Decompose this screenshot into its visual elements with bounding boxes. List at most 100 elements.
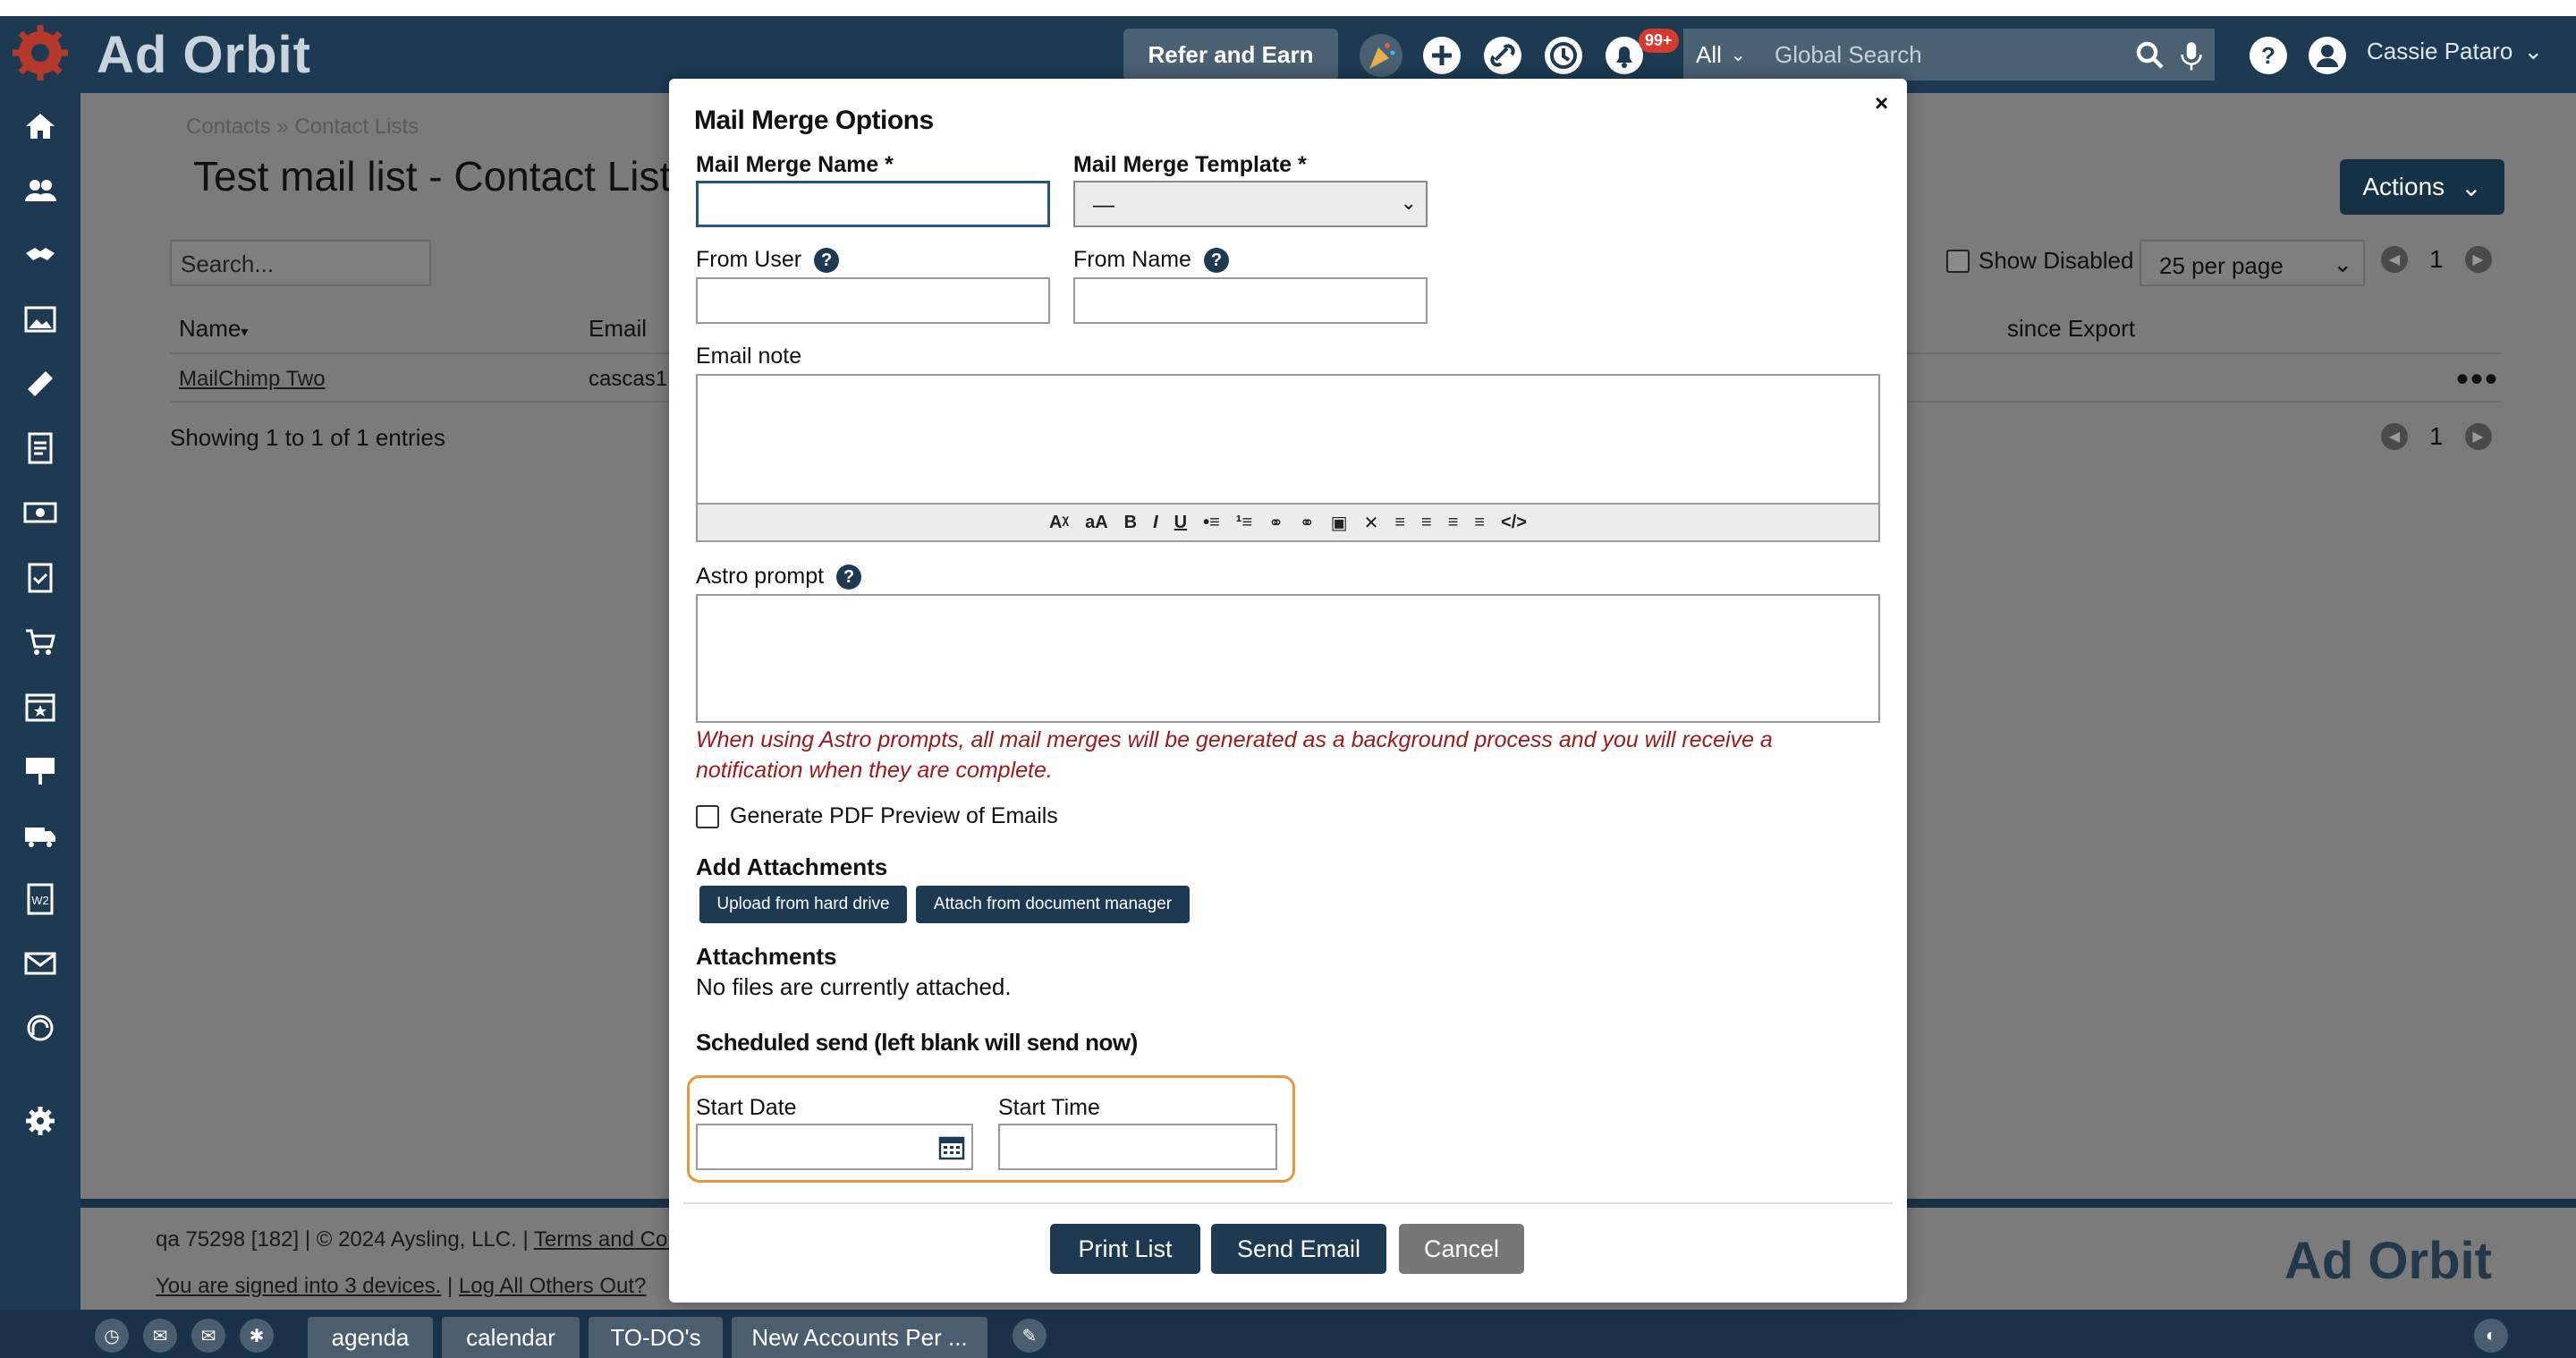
mail-merge-template-select[interactable]: — ⌄ (1073, 181, 1428, 227)
upload-from-hard-drive-button[interactable]: Upload from hard drive (699, 886, 907, 923)
taskbar-tab-new-accounts[interactable]: New Accounts Per ... (732, 1317, 987, 1358)
chat-icon[interactable]: ✉ (191, 1319, 225, 1353)
cancel-button[interactable]: Cancel (1399, 1224, 1524, 1274)
actions-dropdown-button[interactable]: Actions ⌄ (2340, 159, 2504, 215)
contact-row-name-link[interactable]: MailChimp Two (179, 367, 326, 392)
billboard-icon[interactable] (20, 750, 61, 791)
party-icon[interactable] (1360, 34, 1402, 77)
send-email-button[interactable]: Send Email (1211, 1224, 1386, 1274)
font-size-decrease-icon[interactable]: aA (1085, 513, 1108, 533)
cart-icon[interactable] (20, 621, 61, 662)
underline-icon[interactable]: U (1174, 513, 1187, 533)
home-icon[interactable] (20, 106, 61, 147)
w2-icon[interactable]: W2 (20, 878, 61, 920)
numbered-list-icon[interactable]: ¹≡ (1236, 513, 1252, 533)
clear-format-icon[interactable]: ✕ (1364, 512, 1379, 534)
column-header-since-export[interactable]: since Export (2007, 315, 2135, 343)
from-user-input[interactable] (696, 277, 1050, 324)
show-disabled-checkbox[interactable] (1946, 249, 1970, 273)
mail-merge-template-value: — (1093, 193, 1114, 217)
gear-icon[interactable] (20, 1100, 61, 1142)
task-icon[interactable] (20, 556, 61, 598)
search-icon[interactable] (2132, 34, 2168, 77)
bottom-taskbar: ◷ ✉ ✉ ✱ agenda calendar TO-DO's New Acco… (0, 1310, 2576, 1358)
calendar-icon[interactable] (20, 685, 61, 726)
breadcrumb-contact-lists[interactable]: Contact Lists (294, 115, 419, 139)
taskbar-tab-agenda[interactable]: agenda (308, 1317, 433, 1358)
app-logo[interactable]: Ad Orbit (97, 25, 311, 85)
add-icon[interactable] (1420, 34, 1463, 77)
prev-page-icon[interactable]: ◀ (2381, 423, 2408, 450)
refer-and-earn-button[interactable]: Refer and Earn (1123, 29, 1338, 81)
start-date-input[interactable] (696, 1124, 973, 1170)
show-disabled-toggle[interactable]: Show Disabled (1946, 247, 2133, 275)
edit-pen-icon[interactable]: ✎ (1013, 1319, 1046, 1353)
contacts-icon[interactable] (20, 170, 61, 211)
link-icon[interactable] (1481, 34, 1524, 77)
image-icon[interactable] (20, 299, 61, 340)
handshake-icon[interactable] (20, 234, 61, 276)
history-icon[interactable] (1542, 34, 1585, 77)
column-header-email[interactable]: Email (589, 315, 647, 343)
user-avatar-icon[interactable] (2306, 34, 2349, 77)
footer-copyright: qa 75298 [182] | © 2024 Aysling, LLC. | … (156, 1227, 702, 1252)
calendar-picker-icon[interactable] (937, 1133, 966, 1161)
unlink-icon[interactable]: ⚭ (1300, 512, 1315, 534)
pdf-preview-option[interactable]: Generate PDF Preview of Emails (696, 803, 1058, 829)
breadcrumb: Contacts » Contact Lists (186, 115, 419, 140)
help-icon[interactable]: ? (2247, 34, 2290, 77)
from-user-help-icon[interactable]: ? (814, 248, 840, 274)
list-search-input[interactable]: Search... (170, 240, 431, 286)
money-icon[interactable] (20, 492, 61, 533)
link-icon[interactable]: ⚭ (1268, 512, 1284, 534)
astro-prompt-help-icon[interactable]: ? (836, 564, 862, 590)
toggle-icon[interactable]: ◐ (2474, 1319, 2508, 1353)
log-out-others-link[interactable]: Log All Others Out? (459, 1274, 646, 1298)
clock-icon[interactable]: ◷ (95, 1319, 129, 1353)
astro-prompt-textarea[interactable] (696, 594, 1880, 723)
user-menu[interactable]: Cassie Pataro ⌄ (2367, 38, 2543, 65)
from-name-help-icon[interactable]: ? (1203, 248, 1229, 274)
align-center-icon[interactable]: ≡ (1421, 513, 1432, 533)
breadcrumb-contacts[interactable]: Contacts (186, 115, 271, 139)
font-size-increase-icon[interactable]: Aᵡ (1049, 513, 1069, 533)
search-category-select[interactable]: All ⌄ (1683, 29, 1764, 81)
bold-icon[interactable]: B (1124, 513, 1137, 533)
source-code-icon[interactable]: </> (1501, 513, 1527, 533)
mail-icon[interactable] (20, 943, 61, 984)
window-top-strip (0, 0, 2576, 16)
per-page-select[interactable]: 25 per page ⌄ (2140, 240, 2365, 286)
next-page-icon[interactable]: ▶ (2464, 423, 2492, 450)
taskbar-tab-calendar[interactable]: calendar (442, 1317, 580, 1358)
justify-icon[interactable]: ≡ (1474, 513, 1485, 533)
pdf-preview-checkbox[interactable] (696, 804, 719, 828)
align-left-icon[interactable]: ≡ (1394, 513, 1405, 533)
truck-icon[interactable] (20, 814, 61, 855)
row-more-options-icon[interactable]: ••• (2456, 360, 2499, 400)
attach-from-document-manager-button[interactable]: Attach from document manager (916, 886, 1190, 923)
report-icon[interactable] (20, 428, 61, 469)
email-note-editor[interactable]: Aᵡ aA B I U •≡ ¹≡ ⚭ ⚭ ▣ ✕ ≡ ≡ ≡ ≡ </> (696, 374, 1880, 542)
signed-in-devices-link[interactable]: You are signed into 3 devices. (156, 1274, 441, 1298)
close-icon[interactable]: × (1875, 89, 1888, 117)
start-time-input[interactable] (998, 1124, 1277, 1170)
insert-image-icon[interactable]: ▣ (1331, 512, 1348, 534)
slack-icon[interactable]: ✱ (240, 1319, 274, 1353)
mail-icon[interactable]: ✉ (143, 1319, 177, 1353)
astro-prompt-label-text: Astro prompt (696, 564, 825, 589)
ticket-icon[interactable] (20, 363, 61, 404)
mail-merge-name-input[interactable] (696, 181, 1050, 227)
from-name-label-text: From Name (1073, 247, 1191, 272)
align-right-icon[interactable]: ≡ (1448, 513, 1459, 533)
italic-icon[interactable]: I (1153, 513, 1158, 533)
microphone-icon[interactable] (2174, 34, 2209, 77)
support-icon[interactable] (20, 1007, 61, 1048)
next-page-icon[interactable]: ▶ (2464, 246, 2492, 273)
taskbar-tab-todos[interactable]: TO-DO's (589, 1317, 723, 1358)
bullet-list-icon[interactable]: •≡ (1203, 513, 1220, 533)
print-list-button[interactable]: Print List (1050, 1224, 1200, 1274)
prev-page-icon[interactable]: ◀ (2381, 246, 2408, 273)
column-header-name[interactable]: Name▾ (179, 315, 248, 343)
from-name-input[interactable] (1073, 277, 1428, 324)
chevron-down-icon: ⌄ (1730, 45, 1746, 65)
